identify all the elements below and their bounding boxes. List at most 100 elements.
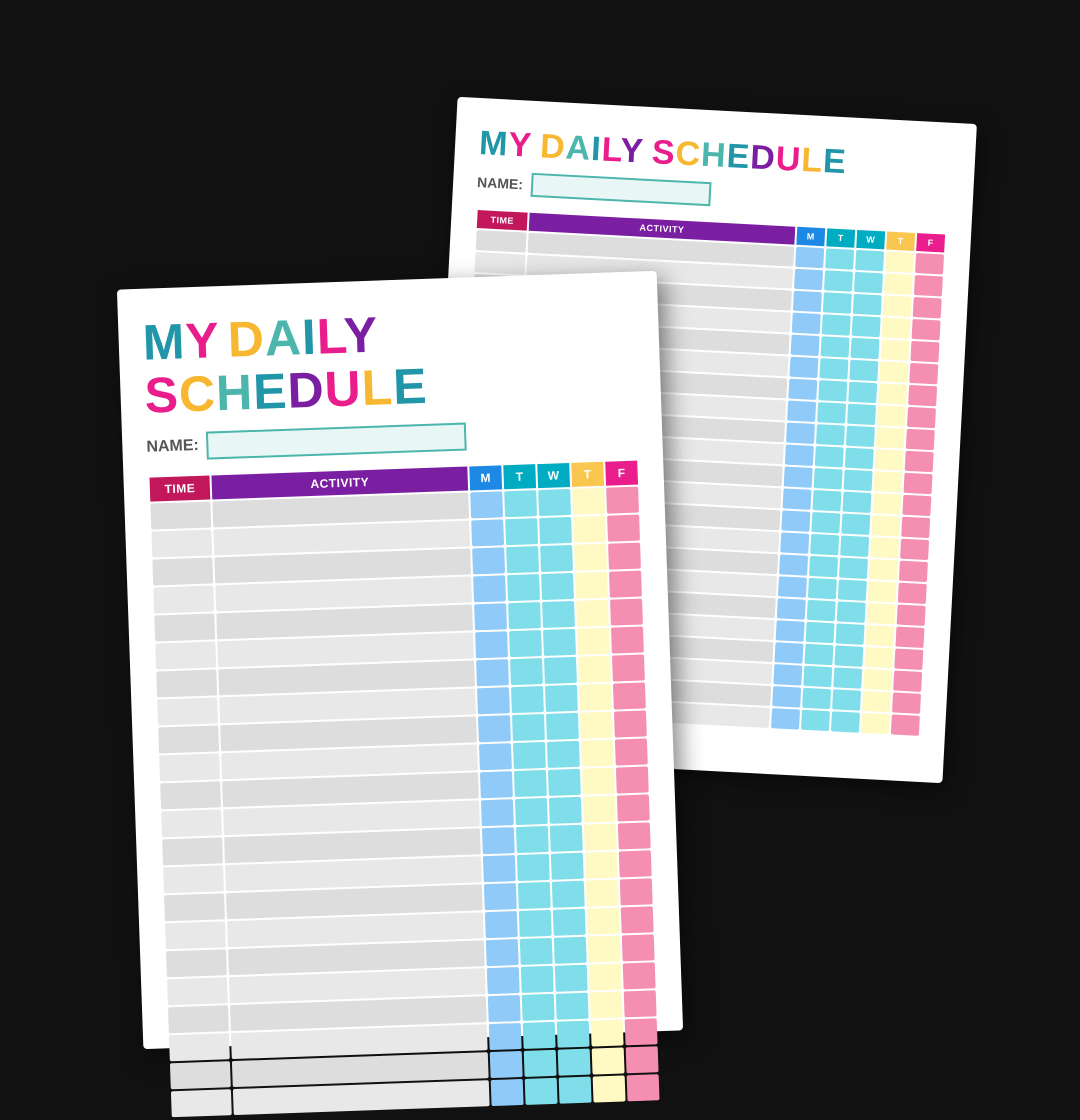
cell-th [870, 537, 899, 558]
cell-t [817, 402, 846, 423]
cell-w [834, 645, 863, 666]
cell-m [786, 422, 815, 443]
cell-f [620, 878, 653, 905]
cell-th [878, 383, 907, 404]
cell-w [544, 657, 577, 684]
cell-th [884, 273, 913, 294]
cell-m [480, 771, 513, 798]
cell-w [848, 381, 877, 402]
cell-time [155, 641, 216, 669]
cell-m [787, 400, 816, 421]
cell-m [788, 378, 817, 399]
cell-f [615, 738, 648, 765]
header-f-back: F [916, 233, 945, 252]
cell-m [487, 967, 520, 994]
cell-f [619, 850, 652, 877]
cell-t [802, 687, 831, 708]
cell-w [545, 685, 578, 712]
cell-t [519, 910, 552, 937]
cell-t [824, 270, 853, 291]
cell-time [153, 585, 214, 613]
cell-f [900, 538, 929, 559]
table-body-front [150, 487, 659, 1118]
cell-f [904, 472, 933, 493]
cell-time [157, 697, 218, 725]
cell-f [915, 253, 944, 274]
cell-w [555, 965, 588, 992]
cell-th [576, 600, 609, 627]
cell-w [554, 937, 587, 964]
cell-time [476, 230, 527, 253]
cell-w [550, 825, 583, 852]
cell-w [838, 579, 867, 600]
cell-w [540, 545, 573, 572]
cell-t [515, 798, 548, 825]
cell-m [481, 799, 514, 826]
cell-m [795, 246, 824, 267]
cell-t [511, 686, 544, 713]
cell-th [589, 963, 622, 990]
cell-m [772, 686, 801, 707]
cell-th [591, 1019, 624, 1046]
cell-th [867, 603, 896, 624]
cell-f [898, 582, 927, 603]
cell-t [513, 742, 546, 769]
cell-time [159, 753, 220, 781]
cell-m [489, 1023, 522, 1050]
cell-m [779, 554, 808, 575]
cell-th [885, 251, 914, 272]
cell-f [893, 670, 922, 691]
cell-f [914, 275, 943, 296]
cell-time [162, 837, 223, 865]
cell-m [477, 687, 510, 714]
cell-th [575, 572, 608, 599]
cell-th [882, 317, 911, 338]
cell-m [794, 268, 823, 289]
header-time-front: TIME [149, 476, 210, 502]
cell-th [877, 405, 906, 426]
cell-t [809, 556, 838, 577]
cell-time [156, 669, 217, 697]
schedule-table-front: TIME ACTIVITY M T W T F [147, 459, 661, 1120]
title-schedule-front: SCHEDULE [144, 359, 429, 421]
cell-t [806, 622, 835, 643]
cell-m [475, 631, 508, 658]
cell-f [895, 626, 924, 647]
name-input-front[interactable] [206, 423, 467, 460]
cell-t [507, 574, 540, 601]
cell-th [863, 669, 892, 690]
cell-t [822, 314, 851, 335]
cell-w [551, 853, 584, 880]
cell-m [483, 855, 516, 882]
cell-t [518, 882, 551, 909]
cell-time [166, 949, 227, 977]
cell-w [846, 425, 875, 446]
cell-th [579, 684, 612, 711]
cell-w [840, 535, 869, 556]
name-input-back[interactable] [530, 173, 711, 206]
cell-t [814, 468, 843, 489]
cell-t [521, 966, 554, 993]
cell-w [832, 689, 861, 710]
cell-th [584, 824, 617, 851]
cell-t [505, 518, 538, 545]
cell-m [472, 547, 505, 574]
name-row-front: NAME: [146, 417, 639, 462]
cell-m [789, 356, 818, 377]
cell-f [899, 560, 928, 581]
header-t-front: T [503, 464, 536, 489]
cell-w [541, 573, 574, 600]
cell-th [585, 852, 618, 879]
cell-time [154, 613, 215, 641]
cell-m [784, 466, 813, 487]
cell-th [876, 427, 905, 448]
cell-w [849, 359, 878, 380]
cell-w [851, 337, 880, 358]
cell-m [776, 620, 805, 641]
cell-t [823, 292, 852, 313]
cell-m [785, 444, 814, 465]
cell-w [836, 623, 865, 644]
cell-m [471, 519, 504, 546]
cell-f [613, 682, 646, 709]
cell-w [558, 1049, 591, 1076]
